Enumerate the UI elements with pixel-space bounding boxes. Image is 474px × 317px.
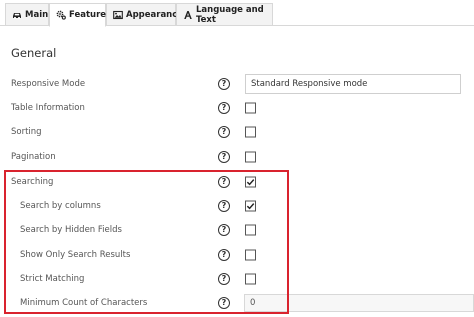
pagination-checkbox[interactable]	[245, 151, 256, 163]
minimum-count-row: Minimum Count of Characters ? 0	[0, 291, 474, 315]
cogs-icon	[56, 10, 66, 20]
section-title: General	[11, 46, 57, 60]
minimum-count-input[interactable]: 0	[244, 294, 474, 312]
searching-row: Searching ?	[0, 170, 474, 194]
tab-appearance[interactable]: Appearance	[106, 3, 183, 26]
help-icon[interactable]: ?	[218, 78, 230, 90]
strict-matching-row: Strict Matching ?	[0, 267, 474, 291]
help-icon[interactable]: ?	[218, 249, 230, 261]
searching-label: Searching	[11, 177, 54, 187]
table-information-label: Table Information	[11, 103, 85, 113]
search-by-columns-label: Search by columns	[20, 201, 101, 211]
help-icon[interactable]: ?	[218, 224, 230, 236]
tab-bar: Main Features Appearance Language and Te…	[0, 0, 474, 27]
check-icon	[246, 179, 255, 186]
help-icon[interactable]: ?	[218, 297, 230, 309]
tab-language-and-text-label: Language and Text	[196, 4, 264, 25]
table-information-checkbox[interactable]	[245, 102, 256, 114]
responsive-mode-value: Standard Responsive mode	[251, 79, 368, 89]
check-icon	[246, 203, 255, 210]
show-only-search-results-row: Show Only Search Results ?	[0, 243, 474, 267]
tab-features-label: Features	[69, 10, 112, 20]
tab-language-and-text[interactable]: Language and Text	[176, 3, 273, 26]
table-information-row: Table Information ?	[0, 96, 474, 120]
searching-checkbox[interactable]	[245, 176, 256, 188]
tab-appearance-label: Appearance	[126, 9, 184, 20]
tab-features[interactable]: Features	[49, 3, 111, 27]
image-icon	[113, 10, 123, 20]
search-by-hidden-fields-label: Search by Hidden Fields	[20, 225, 122, 235]
search-by-columns-checkbox[interactable]	[245, 200, 256, 212]
help-icon[interactable]: ?	[218, 151, 230, 163]
show-only-search-results-label: Show Only Search Results	[20, 250, 131, 260]
responsive-mode-label: Responsive Mode	[11, 79, 86, 89]
sorting-label: Sorting	[11, 127, 42, 137]
strict-matching-checkbox[interactable]	[245, 273, 256, 285]
help-icon[interactable]: ?	[218, 200, 230, 212]
responsive-mode-select[interactable]: Standard Responsive mode	[245, 74, 461, 94]
help-icon[interactable]: ?	[218, 102, 230, 114]
minimum-count-value: 0	[250, 298, 256, 308]
search-by-hidden-fields-row: Search by Hidden Fields ?	[0, 218, 474, 242]
strict-matching-label: Strict Matching	[20, 274, 85, 284]
help-icon[interactable]: ?	[218, 176, 230, 188]
responsive-mode-row: Responsive Mode ? Standard Responsive mo…	[0, 72, 474, 96]
sorting-row: Sorting ?	[0, 120, 474, 144]
car-icon	[12, 10, 22, 20]
help-icon[interactable]: ?	[218, 273, 230, 285]
sorting-checkbox[interactable]	[245, 126, 256, 138]
search-by-hidden-fields-checkbox[interactable]	[245, 224, 256, 236]
font-icon	[183, 10, 193, 20]
tab-main[interactable]: Main	[5, 3, 49, 26]
help-icon[interactable]: ?	[218, 126, 230, 138]
search-by-columns-row: Search by columns ?	[0, 194, 474, 218]
show-only-search-results-checkbox[interactable]	[245, 249, 256, 261]
tab-main-label: Main	[25, 9, 49, 20]
pagination-label: Pagination	[11, 152, 56, 162]
pagination-row: Pagination ?	[0, 145, 474, 169]
minimum-count-label: Minimum Count of Characters	[20, 298, 148, 308]
